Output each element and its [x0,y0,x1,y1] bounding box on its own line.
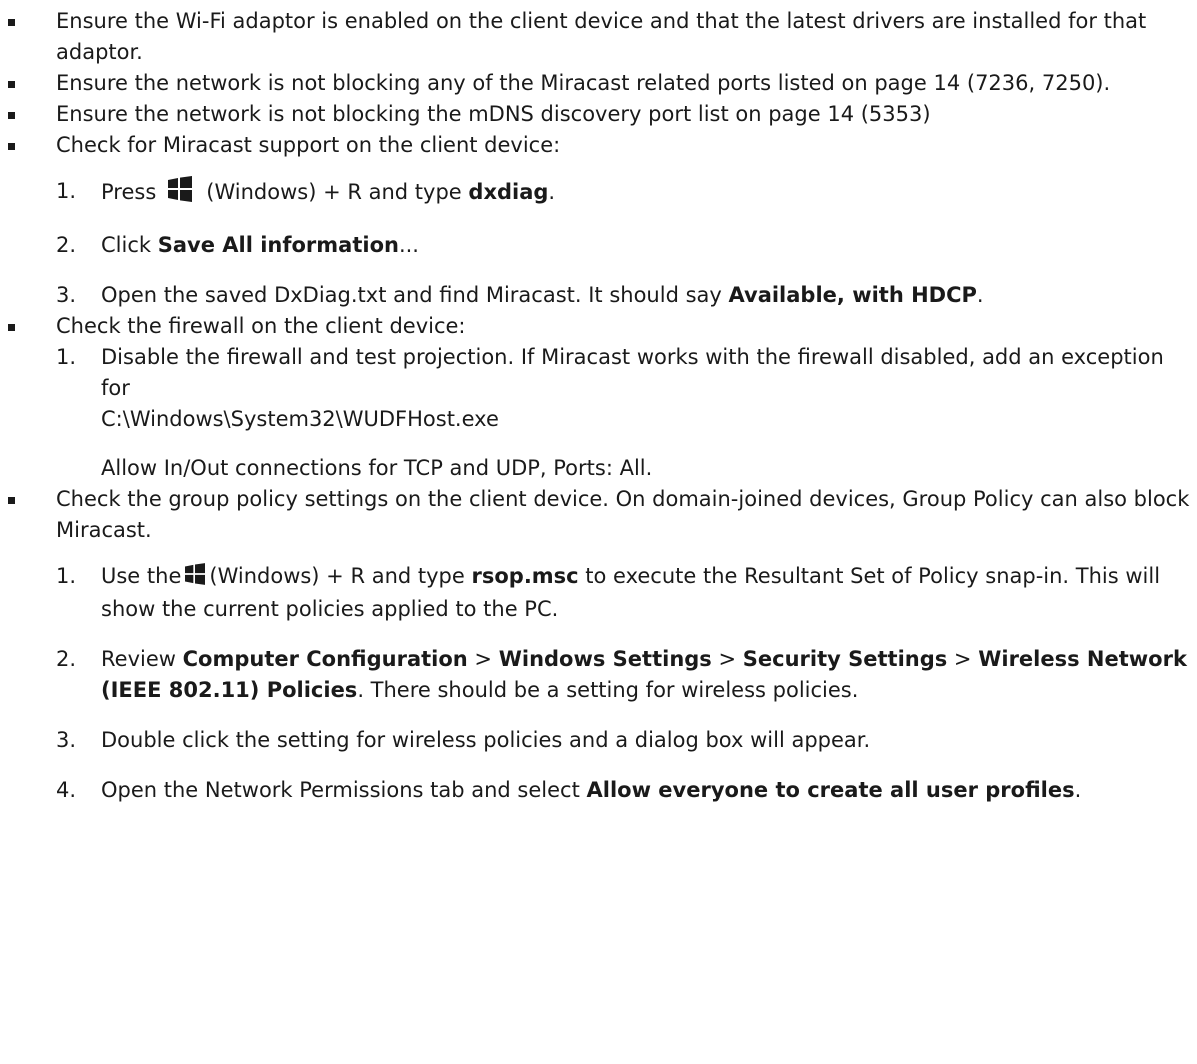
step-number: 1. [56,564,77,588]
emphasis-text: Allow everyone to create all user profil… [586,778,1075,802]
list-item: Check the group policy settings on the c… [0,484,1190,806]
step-text: Click [101,233,158,257]
emphasis-text: Available, with HDCP [728,283,977,307]
step-text: (Windows) + R and type [206,180,469,204]
document-page: Ensure the Wi-Fi adaptor is enabled on t… [0,0,1197,1064]
step-item: 1. Press (Windows) + R and type dxdiag. [56,176,1190,211]
step-text: Use the [101,564,182,588]
separator: > [711,647,743,671]
list-item: Check for Miracast support on the client… [0,130,1190,311]
step-item: 2. Review Computer Configuration > Windo… [56,644,1190,706]
bullet-text: Ensure the Wi-Fi adaptor is enabled on t… [56,9,1147,64]
step-number: 3. [56,283,77,307]
step-text: Review [101,647,183,671]
command-text: rsop.msc [471,564,579,588]
step-text: (Windows) + R and type [209,564,472,588]
step-text: Open the saved DxDiag.txt and find Mirac… [101,283,729,307]
bullet-text: Ensure the network is not blocking any o… [56,71,1111,95]
step-item: 1. Use the (Windows) + R and type rsop.ms… [56,561,1190,625]
step-item: 4. Open the Network Permissions tab and … [56,775,1190,806]
emphasis-text: Save All information [157,233,399,257]
step-number: 2. [56,647,77,671]
policy-steps: 1. Use the (Windows) + R and type rsop.ms… [56,561,1190,806]
step-item: 3. Open the saved DxDiag.txt and find Mi… [56,280,1190,311]
step-text: ... [398,233,419,257]
step-number: 4. [56,778,77,802]
emphasis-text: Security Settings [742,647,948,671]
bullet-text: Ensure the network is not blocking the m… [56,102,931,126]
miracast-steps: 1. Press (Windows) + R and type dxdiag. 2… [56,176,1190,311]
step-note: Allow In/Out connections for TCP and UDP… [101,456,653,480]
step-text: Double click the setting for wireless po… [101,728,871,752]
separator: > [947,647,979,671]
emphasis-text: Computer Configuration [182,647,468,671]
list-item: Check the firewall on the client device:… [0,311,1190,484]
step-text: Open the Network Permissions tab and sel… [101,778,587,802]
list-item: Ensure the network is not blocking the m… [0,99,1190,130]
separator: > [467,647,499,671]
file-path: C:\Windows\System32\WUDFHost.exe [101,407,499,431]
list-item: Ensure the network is not blocking any o… [0,68,1190,99]
windows-logo-icon [168,176,193,211]
windows-logo-icon [185,563,206,594]
step-text: . [1074,778,1082,802]
step-number: 1. [56,345,77,369]
bullet-text: Check for Miracast support on the client… [56,133,561,157]
step-text: . There should be a setting for wireless… [357,678,859,702]
list-item: Ensure the Wi-Fi adaptor is enabled on t… [0,6,1190,68]
firewall-steps: 1. Disable the firewall and test project… [56,342,1190,484]
step-item: 2. Click Save All information... [56,230,1190,261]
bullet-text: Check the firewall on the client device: [56,314,466,338]
emphasis-text: Windows Settings [498,647,712,671]
command-text: dxdiag [468,180,549,204]
step-text: . [548,180,556,204]
step-number: 2. [56,233,77,257]
step-number: 1. [56,179,77,203]
step-text: Press [101,180,157,204]
troubleshooting-list: Ensure the Wi-Fi adaptor is enabled on t… [0,6,1190,806]
bullet-text: Check the group policy settings on the c… [56,487,1190,542]
step-item: 3. Double click the setting for wireless… [56,725,1190,756]
step-text: . [976,283,984,307]
step-number: 3. [56,728,77,752]
step-text: Disable the firewall and test projection… [101,345,1164,400]
step-item: 1. Disable the firewall and test project… [56,342,1190,484]
